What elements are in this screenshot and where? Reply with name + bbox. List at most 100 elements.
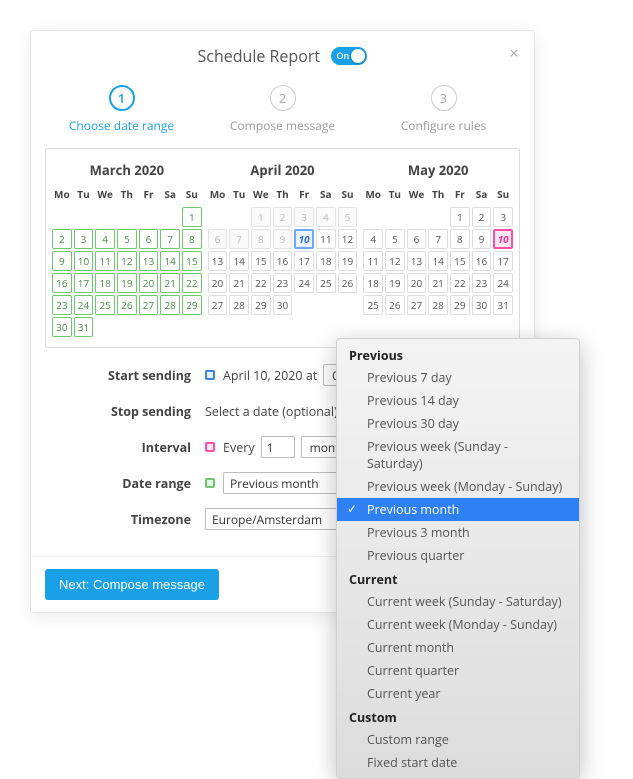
calendar-day[interactable]: 4 [95, 229, 115, 249]
calendar-day[interactable]: 27 [208, 295, 228, 315]
calendar-day[interactable]: 31 [74, 317, 94, 337]
calendar-day[interactable]: 14 [428, 251, 448, 271]
calendar-day[interactable]: 10 [493, 229, 513, 249]
calendar-day[interactable]: 28 [229, 295, 249, 315]
step-3[interactable]: 3Configure rules [363, 85, 524, 134]
calendar-day[interactable]: 8 [251, 229, 271, 249]
calendar-day[interactable]: 12 [117, 251, 137, 271]
calendar-day[interactable]: 1 [251, 207, 271, 227]
calendar-day[interactable]: 26 [117, 295, 137, 315]
calendar-day[interactable]: 8 [182, 229, 202, 249]
calendar-day[interactable]: 12 [338, 229, 358, 249]
calendar-day[interactable]: 20 [208, 273, 228, 293]
calendar-day[interactable]: 20 [407, 273, 427, 293]
calendar-day[interactable]: 25 [363, 295, 383, 315]
dropdown-item[interactable]: ✓Previous month [337, 498, 579, 521]
calendar-day[interactable]: 3 [493, 207, 513, 227]
calendar-day[interactable]: 1 [450, 207, 470, 227]
calendar-day[interactable]: 18 [363, 273, 383, 293]
calendar-day[interactable]: 23 [273, 273, 293, 293]
calendar-day[interactable]: 23 [52, 295, 72, 315]
calendar-day[interactable]: 10 [74, 251, 94, 271]
calendar-day[interactable]: 25 [316, 273, 336, 293]
calendar-day[interactable]: 27 [407, 295, 427, 315]
calendar-day[interactable]: 18 [316, 251, 336, 271]
calendar-day[interactable]: 29 [182, 295, 202, 315]
calendar-day[interactable]: 15 [251, 251, 271, 271]
calendar-day[interactable]: 28 [428, 295, 448, 315]
calendar-day[interactable]: 9 [52, 251, 72, 271]
calendar-day[interactable]: 17 [294, 251, 314, 271]
calendar-day[interactable]: 4 [316, 207, 336, 227]
calendar-day[interactable]: 27 [139, 295, 159, 315]
dropdown-item[interactable]: Previous 14 day [337, 389, 579, 412]
calendar-day[interactable]: 30 [472, 295, 492, 315]
calendar-day[interactable]: 7 [229, 229, 249, 249]
calendar-day[interactable]: 22 [251, 273, 271, 293]
calendar-day[interactable]: 13 [407, 251, 427, 271]
calendar-day[interactable]: 5 [338, 207, 358, 227]
calendar-day[interactable]: 7 [428, 229, 448, 249]
calendar-day[interactable]: 16 [273, 251, 293, 271]
calendar-day[interactable]: 15 [450, 251, 470, 271]
calendar-day[interactable]: 2 [273, 207, 293, 227]
close-icon[interactable]: × [504, 43, 524, 63]
dropdown-item[interactable]: Custom range [337, 728, 579, 751]
calendar-day[interactable]: 5 [385, 229, 405, 249]
calendar-day[interactable]: 21 [428, 273, 448, 293]
calendar-day[interactable]: 9 [472, 229, 492, 249]
dropdown-item[interactable]: Current quarter [337, 659, 579, 682]
calendar-day[interactable]: 2 [52, 229, 72, 249]
calendar-day[interactable]: 22 [182, 273, 202, 293]
calendar-day[interactable]: 26 [385, 295, 405, 315]
calendar-day[interactable]: 2 [472, 207, 492, 227]
interval-qty-input[interactable] [261, 436, 295, 458]
calendar-day[interactable]: 3 [74, 229, 94, 249]
calendar-day[interactable]: 28 [160, 295, 180, 315]
calendar-day[interactable]: 16 [52, 273, 72, 293]
calendar-day[interactable]: 18 [95, 273, 115, 293]
dropdown-item[interactable]: Current year [337, 682, 579, 705]
calendar-day[interactable]: 1 [182, 207, 202, 227]
calendar-day[interactable]: 24 [493, 273, 513, 293]
calendar-day[interactable]: 24 [294, 273, 314, 293]
calendar-day[interactable]: 20 [139, 273, 159, 293]
calendar-day[interactable]: 10 [294, 229, 314, 249]
calendar-day[interactable]: 15 [182, 251, 202, 271]
dropdown-item[interactable]: Previous week (Monday - Sunday) [337, 475, 579, 498]
calendar-day[interactable]: 6 [407, 229, 427, 249]
step-2[interactable]: 2Compose message [202, 85, 363, 134]
dropdown-item[interactable]: Previous week (Sunday - Saturday) [337, 435, 579, 475]
calendar-day[interactable]: 13 [208, 251, 228, 271]
dropdown-item[interactable]: Current week (Sunday - Saturday) [337, 590, 579, 613]
calendar-day[interactable]: 29 [450, 295, 470, 315]
calendar-day[interactable]: 5 [117, 229, 137, 249]
calendar-day[interactable]: 17 [493, 251, 513, 271]
stop-sending-value[interactable]: Select a date (optional) [205, 403, 338, 420]
dropdown-item[interactable]: Fixed start date [337, 751, 579, 774]
calendar-day[interactable]: 31 [493, 295, 513, 315]
calendar-day[interactable]: 6 [208, 229, 228, 249]
calendar-day[interactable]: 24 [74, 295, 94, 315]
calendar-day[interactable]: 25 [95, 295, 115, 315]
dropdown-item[interactable]: Previous 7 day [337, 366, 579, 389]
calendar-day[interactable]: 11 [316, 229, 336, 249]
calendar-day[interactable]: 13 [139, 251, 159, 271]
next-button[interactable]: Next: Compose message [45, 569, 219, 600]
dropdown-item[interactable]: Current month [337, 636, 579, 659]
calendar-day[interactable]: 21 [229, 273, 249, 293]
calendar-day[interactable]: 16 [472, 251, 492, 271]
calendar-day[interactable]: 22 [450, 273, 470, 293]
calendar-day[interactable]: 3 [294, 207, 314, 227]
calendar-day[interactable]: 21 [160, 273, 180, 293]
calendar-day[interactable]: 12 [385, 251, 405, 271]
calendar-day[interactable]: 6 [139, 229, 159, 249]
calendar-day[interactable]: 17 [74, 273, 94, 293]
step-1[interactable]: 1Choose date range [41, 85, 202, 134]
calendar-day[interactable]: 14 [229, 251, 249, 271]
calendar-day[interactable]: 11 [363, 251, 383, 271]
dropdown-item[interactable]: Previous 30 day [337, 412, 579, 435]
calendar-day[interactable]: 14 [160, 251, 180, 271]
calendar-day[interactable]: 7 [160, 229, 180, 249]
calendar-day[interactable]: 23 [472, 273, 492, 293]
